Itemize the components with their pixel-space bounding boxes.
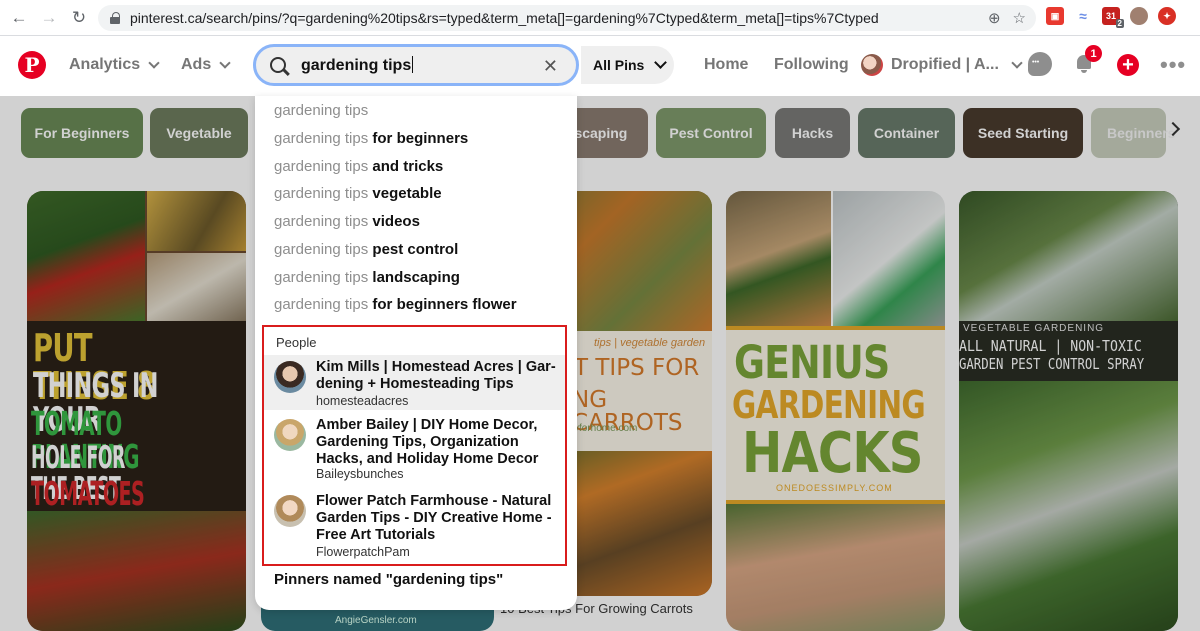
reload-icon[interactable]: ↻ xyxy=(68,7,90,29)
suggestion-item[interactable]: gardening tips for beginners xyxy=(274,130,468,147)
analytics-menu[interactable]: Analytics xyxy=(69,56,160,74)
person-result[interactable]: Kim Mills | Homestead Acres | Gar-dening… xyxy=(264,355,565,410)
messages-icon[interactable] xyxy=(1028,52,1052,76)
forward-arrow-icon[interactable]: → xyxy=(38,7,60,29)
person-username: homesteadacres xyxy=(316,394,409,408)
back-arrow-icon[interactable]: ← xyxy=(8,7,30,29)
account-name: Dropified | A... xyxy=(891,56,999,73)
suggestion-item[interactable]: gardening tips vegetable xyxy=(274,185,442,202)
person-avatar xyxy=(274,495,306,527)
person-name: Flower Patch Farmhouse - Natural Garden … xyxy=(316,493,552,543)
browser-toolbar: ← → ↻ pinterest.ca/search/pins/?q=garden… xyxy=(0,0,1200,36)
person-username: FlowerpatchPam xyxy=(316,545,410,559)
extension-badge: 2 xyxy=(1115,19,1124,28)
analytics-label: Analytics xyxy=(69,56,141,73)
red-extension-icon[interactable]: ✦ xyxy=(1158,7,1176,25)
chevron-down-icon xyxy=(219,56,231,69)
chevron-down-icon xyxy=(148,56,160,69)
people-section: People Kim Mills | Homestead Acres | Gar… xyxy=(262,325,567,566)
search-input[interactable]: gardening tips ✕ xyxy=(253,44,579,86)
search-input-value[interactable]: gardening tips xyxy=(301,56,413,75)
more-options-icon[interactable]: ••• xyxy=(1160,52,1185,77)
chevron-down-icon xyxy=(654,55,668,69)
add-icon[interactable]: ⊕ xyxy=(988,9,1001,27)
calendar-extension-icon[interactable]: 31 2 xyxy=(1102,7,1124,28)
suggestion-item[interactable]: gardening tips videos xyxy=(274,213,420,230)
all-pins-dropdown[interactable]: All Pins xyxy=(581,46,674,84)
create-plus-icon[interactable]: + xyxy=(1117,54,1139,76)
search-suggestions-dropdown: gardening tips gardening tips for beginn… xyxy=(255,96,577,610)
url-text[interactable]: pinterest.ca/search/pins/?q=gardening%20… xyxy=(130,10,879,26)
suggestion-item[interactable]: gardening tips pest control xyxy=(274,241,458,258)
people-section-label: People xyxy=(276,335,317,350)
chevron-down-icon xyxy=(1011,56,1023,69)
all-pins-label: All Pins xyxy=(593,57,645,73)
lock-icon xyxy=(110,12,120,24)
person-name: Amber Bailey | DIY Home Decor, Gardening… xyxy=(316,417,539,467)
account-menu[interactable]: Dropified | A... xyxy=(891,56,1023,74)
person-result[interactable]: Amber Bailey | DIY Home Decor, Gardening… xyxy=(264,415,565,487)
extension-icon[interactable]: ▣ xyxy=(1046,7,1064,25)
dim-overlay xyxy=(0,96,1200,631)
ads-menu[interactable]: Ads xyxy=(181,56,231,74)
nav-home[interactable]: Home xyxy=(704,56,748,74)
person-avatar xyxy=(274,419,306,451)
nav-following[interactable]: Following xyxy=(774,56,849,74)
suggestion-item[interactable]: gardening tips and tricks xyxy=(274,158,443,175)
ads-label: Ads xyxy=(181,56,212,73)
suggestion-item[interactable]: gardening tips for beginners flower xyxy=(274,296,517,313)
star-icon[interactable]: ☆ xyxy=(1013,9,1026,27)
suggestion-item[interactable]: gardening tips xyxy=(274,102,368,119)
account-avatar[interactable] xyxy=(861,54,883,76)
audio-extension-icon[interactable]: ≈ xyxy=(1074,7,1092,25)
person-result[interactable]: Flower Patch Farmhouse - Natural Garden … xyxy=(264,491,565,563)
suggestion-item[interactable]: gardening tips landscaping xyxy=(274,269,460,286)
person-name: Kim Mills | Homestead Acres | Gar-dening… xyxy=(316,359,556,392)
pinners-named-link[interactable]: Pinners named "gardening tips" xyxy=(274,571,503,588)
search-icon xyxy=(270,57,286,73)
pinterest-header: P Analytics Ads gardening tips ✕ All Pin… xyxy=(0,36,1200,96)
notification-badge: 1 xyxy=(1085,45,1102,62)
address-bar[interactable]: pinterest.ca/search/pins/?q=gardening%20… xyxy=(98,5,1036,31)
profile-avatar[interactable] xyxy=(1130,7,1148,25)
pinterest-logo-icon[interactable]: P xyxy=(18,51,46,79)
clear-search-icon[interactable]: ✕ xyxy=(543,56,558,77)
person-username: Baileysbunches xyxy=(316,467,404,481)
person-avatar xyxy=(274,361,306,393)
